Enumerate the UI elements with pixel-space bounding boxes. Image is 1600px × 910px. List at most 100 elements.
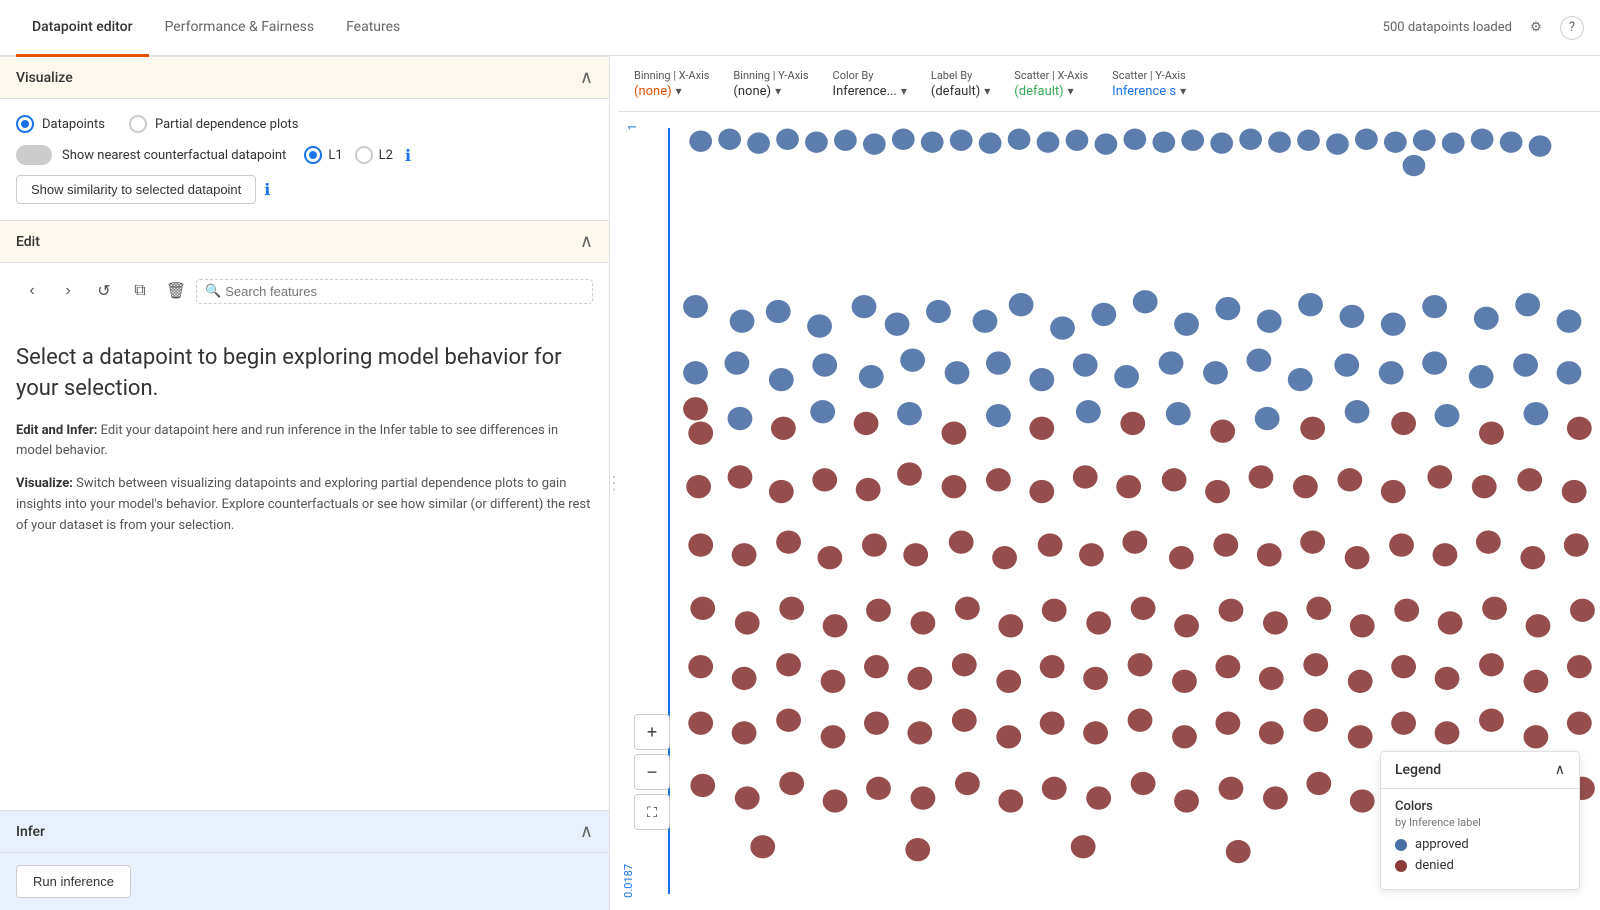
binning-y-arrow-icon: ▾ xyxy=(775,84,781,98)
l2-option[interactable]: L2 xyxy=(355,146,393,164)
visualize-section: Visualize ∧ Datapoints Partial dependenc… xyxy=(0,56,609,220)
similarity-button[interactable]: Show similarity to selected datapoint xyxy=(16,175,256,204)
legend-body: Colors by Inference label approved denie… xyxy=(1381,789,1579,889)
color-by-label: Color By xyxy=(833,69,907,82)
label-by-arrow-icon: ▾ xyxy=(984,84,990,98)
label-by-select[interactable]: (default) ▾ xyxy=(931,84,990,99)
visualize-chevron-icon: ∧ xyxy=(580,67,593,88)
infer-chevron-icon: ∧ xyxy=(580,821,593,842)
similarity-info-icon[interactable]: ℹ xyxy=(264,180,270,199)
legend-item-approved: approved xyxy=(1395,837,1565,852)
right-panel: Binning | X-Axis (none) ▾ Binning | Y-Ax… xyxy=(618,56,1600,910)
visualization-type-group: Datapoints Partial dependence plots xyxy=(16,115,593,133)
scatter-y-label: Scatter | Y-Axis xyxy=(1112,69,1186,82)
legend-header: Legend ∧ xyxy=(1381,752,1579,789)
search-input[interactable] xyxy=(225,284,584,299)
delete-button[interactable]: 🗑 xyxy=(160,275,192,307)
binning-y-select[interactable]: (none) ▾ xyxy=(733,84,808,99)
color-by-arrow-icon: ▾ xyxy=(901,84,907,98)
binning-y-value: (none) xyxy=(733,84,771,99)
color-by-item: Color By Inference... ▾ xyxy=(833,69,907,99)
l-options-group: L1 L2 ℹ xyxy=(304,146,411,165)
legend-label-approved: approved xyxy=(1415,837,1469,852)
zoom-in-button[interactable]: + xyxy=(634,714,670,750)
binning-y-label: Binning | Y-Axis xyxy=(733,69,808,82)
scatter-x-arrow-icon: ▾ xyxy=(1068,84,1074,98)
binning-x-select[interactable]: (none) ▾ xyxy=(634,84,709,99)
legend-title: Legend xyxy=(1395,762,1441,778)
datapoints-loaded-label: 500 datapoints loaded xyxy=(1383,20,1512,35)
scatter-y-select[interactable]: Inference s ▾ xyxy=(1112,84,1186,99)
infer-header[interactable]: Infer ∧ xyxy=(0,811,609,853)
binning-x-item: Binning | X-Axis (none) ▾ xyxy=(634,69,709,99)
edit-chevron-icon: ∧ xyxy=(580,231,593,252)
binning-x-label: Binning | X-Axis xyxy=(634,69,709,82)
radio-partial-dependence-label: Partial dependence plots xyxy=(155,117,299,132)
help-icon[interactable]: ? xyxy=(1560,16,1584,40)
label-by-label: Label By xyxy=(931,69,990,82)
color-by-select[interactable]: Inference... ▾ xyxy=(833,84,907,99)
edit-toolbar: ‹ › ↺ ⧉ 🗑 🔍 xyxy=(16,271,593,311)
info-para2: Visualize: Switch between visualizing da… xyxy=(16,474,593,536)
legend-colors-label: Colors xyxy=(1395,799,1565,814)
color-by-value: Inference... xyxy=(833,84,897,99)
history-button[interactable]: ↺ xyxy=(88,275,120,307)
infer-label: Infer xyxy=(16,824,45,840)
info-para1-text: Edit your datapoint here and run inferen… xyxy=(16,423,558,459)
infer-content: Run inference xyxy=(0,853,609,910)
scatter-x-item: Scatter | X-Axis (default) ▾ xyxy=(1014,69,1088,99)
label-by-item: Label By (default) ▾ xyxy=(931,69,990,99)
edit-header[interactable]: Edit ∧ xyxy=(0,221,609,263)
search-box[interactable]: 🔍 xyxy=(196,279,593,304)
radio-partial-dependence[interactable]: Partial dependence plots xyxy=(129,115,299,133)
info-para1-bold: Edit and Infer: xyxy=(16,423,97,438)
scatter-y-item: Scatter | Y-Axis Inference s ▾ xyxy=(1112,69,1186,99)
nav-right: 500 datapoints loaded ⚙ ? xyxy=(1383,16,1584,40)
l-info-icon[interactable]: ℹ xyxy=(405,146,411,165)
zoom-out-button[interactable]: − xyxy=(634,754,670,790)
visualize-header[interactable]: Visualize ∧ xyxy=(0,57,609,99)
scatter-y-value: Inference s xyxy=(1112,84,1176,99)
legend-collapse-icon[interactable]: ∧ xyxy=(1555,762,1565,778)
resize-handle[interactable] xyxy=(610,56,618,910)
tab-features[interactable]: Features xyxy=(330,1,416,57)
chart-area: 1 0.0187 xyxy=(618,112,1600,910)
legend-colors-by: by Inference label xyxy=(1395,816,1565,829)
info-para1: Edit and Infer: Edit your datapoint here… xyxy=(16,421,593,463)
infer-section: Infer ∧ Run inference xyxy=(0,810,609,910)
binning-x-arrow-icon: ▾ xyxy=(676,84,682,98)
prev-button[interactable]: ‹ xyxy=(16,275,48,307)
binning-x-value: (none) xyxy=(634,84,672,99)
info-para2-text: Switch between visualizing datapoints an… xyxy=(16,476,590,533)
edit-section: Edit ∧ ‹ › ↺ ⧉ 🗑 🔍 xyxy=(0,220,609,319)
l1-option[interactable]: L1 xyxy=(304,146,342,164)
fit-button[interactable]: ⛶ xyxy=(634,794,670,830)
left-panel: Visualize ∧ Datapoints Partial dependenc… xyxy=(0,56,610,910)
legend-panel: Legend ∧ Colors by Inference label appro… xyxy=(1380,751,1580,890)
info-para2-bold: Visualize: xyxy=(16,476,73,491)
scatter-y-arrow-icon: ▾ xyxy=(1180,84,1186,98)
chart-toolbar: Binning | X-Axis (none) ▾ Binning | Y-Ax… xyxy=(618,56,1600,112)
binning-y-item: Binning | Y-Axis (none) ▾ xyxy=(733,69,808,99)
settings-icon[interactable]: ⚙ xyxy=(1524,16,1548,40)
tab-performance-fairness[interactable]: Performance & Fairness xyxy=(149,1,331,57)
edit-label: Edit xyxy=(16,234,40,250)
edit-content: ‹ › ↺ ⧉ 🗑 🔍 xyxy=(0,263,609,319)
scatter-x-select[interactable]: (default) ▾ xyxy=(1014,84,1088,99)
visualize-content: Datapoints Partial dependence plots Show… xyxy=(0,99,609,220)
l2-label: L2 xyxy=(379,148,393,163)
top-navigation: Datapoint editor Performance & Fairness … xyxy=(0,0,1600,56)
search-icon: 🔍 xyxy=(205,284,221,299)
tab-datapoint-editor[interactable]: Datapoint editor xyxy=(16,1,149,57)
main-content: Visualize ∧ Datapoints Partial dependenc… xyxy=(0,56,1600,910)
radio-datapoints[interactable]: Datapoints xyxy=(16,115,105,133)
run-inference-button[interactable]: Run inference xyxy=(16,865,131,898)
counterfactual-toggle[interactable] xyxy=(16,145,52,165)
next-button[interactable]: › xyxy=(52,275,84,307)
l2-radio xyxy=(355,146,373,164)
copy-button[interactable]: ⧉ xyxy=(124,275,156,307)
l1-label: L1 xyxy=(328,148,342,163)
legend-item-denied: denied xyxy=(1395,858,1565,873)
l1-radio xyxy=(304,146,322,164)
label-by-value: (default) xyxy=(931,84,980,99)
